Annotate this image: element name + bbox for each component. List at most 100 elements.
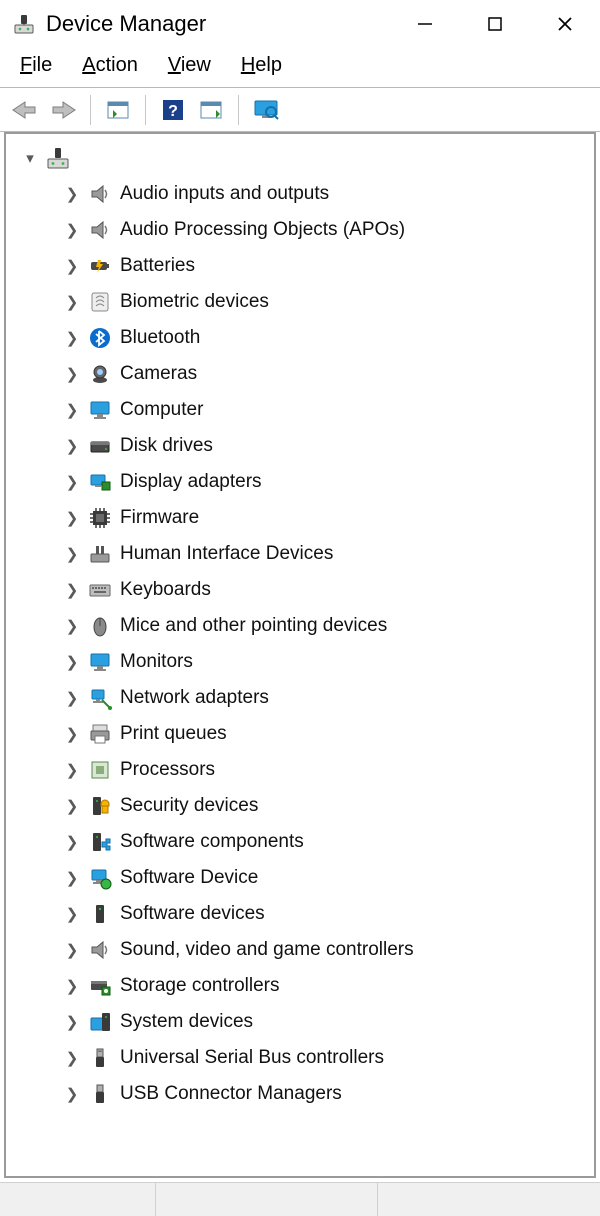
chevron-right-icon[interactable]: ❯ [62,509,82,527]
chevron-right-icon[interactable]: ❯ [62,653,82,671]
tree-category-label: Print queues [120,723,227,745]
tree-category[interactable]: ❯Human Interface Devices [6,536,594,572]
chevron-right-icon[interactable]: ❯ [62,869,82,887]
menu-file-label-hotkey: F [20,54,32,76]
tree-category-label: USB Connector Managers [120,1083,342,1105]
chevron-right-icon[interactable]: ❯ [62,797,82,815]
chevron-right-icon[interactable]: ❯ [62,761,82,779]
chevron-right-icon[interactable]: ❯ [62,473,82,491]
chevron-right-icon[interactable]: ❯ [62,905,82,923]
tree-category[interactable]: ❯Firmware [6,500,594,536]
tree-category[interactable]: ❯Sound, video and game controllers [6,932,594,968]
toolbar-monitor-button[interactable] [249,93,283,127]
tree-category-label: Security devices [120,795,258,817]
storage-controller-icon [86,972,114,1000]
chevron-right-icon[interactable]: ❯ [62,977,82,995]
menu-help[interactable]: Help [241,54,282,77]
menu-file-label-rest: ile [32,54,52,76]
tree-category-label: Software Device [120,867,258,889]
chevron-right-icon[interactable]: ❯ [62,185,82,203]
maximize-button[interactable] [460,0,530,48]
tree-category[interactable]: ❯ Keyboards [6,572,594,608]
tree-category[interactable]: ❯Mice and other pointing devices [6,608,594,644]
tree-category-label: Bluetooth [120,327,200,349]
chevron-right-icon[interactable]: ❯ [62,257,82,275]
tree-category[interactable]: ❯Display adapters [6,464,594,500]
menu-view[interactable]: View [168,54,211,77]
tree-category[interactable]: ❯ Print queues [6,716,594,752]
tree-category[interactable]: ❯ USB Connector Managers [6,1076,594,1112]
tree-category[interactable]: ❯Audio Processing Objects (APOs) [6,212,594,248]
tree-category[interactable]: ❯Computer [6,392,594,428]
tree-category[interactable]: ❯Cameras [6,356,594,392]
app-icon [12,12,36,36]
tree-category[interactable]: ❯Processors [6,752,594,788]
tree-category[interactable]: ❯ Network adapters [6,680,594,716]
bluetooth-icon [86,324,114,352]
tree-root[interactable]: ▾ [6,140,594,176]
software-device-icon [86,864,114,892]
chevron-right-icon[interactable]: ❯ [62,617,82,635]
toolbar-forward-button[interactable] [46,93,80,127]
toolbar-separator [145,95,146,125]
mouse-icon [86,612,114,640]
chevron-right-icon[interactable]: ❯ [62,581,82,599]
tree-category[interactable]: ❯ System devices [6,1004,594,1040]
tree-category[interactable]: ❯Batteries [6,248,594,284]
menu-bar: File Action View Help [0,48,600,88]
tree-category[interactable]: ❯ Software Device [6,860,594,896]
tree-category[interactable]: ❯ Universal Serial Bus controllers [6,1040,594,1076]
tree-category-label: System devices [120,1011,253,1033]
toolbar-help-button[interactable]: ? [156,93,190,127]
tree-category-label: Universal Serial Bus controllers [120,1047,384,1069]
device-tree-pane[interactable]: ▾ ❯Audio inputs and outputs❯Audio Process… [4,132,596,1178]
toolbar-scan-button[interactable] [194,93,228,127]
toolbar-back-button[interactable] [8,93,42,127]
status-cell [0,1183,156,1216]
chevron-right-icon[interactable]: ❯ [62,1013,82,1031]
monitor-icon [86,648,114,676]
tree-category[interactable]: ❯ Bluetooth [6,320,594,356]
speaker-icon [86,180,114,208]
status-cell [378,1183,600,1216]
hid-icon [86,540,114,568]
tree-category[interactable]: ❯Biometric devices [6,284,594,320]
toolbar: ? [0,88,600,132]
fingerprint-icon [86,288,114,316]
toolbar-properties-button[interactable] [101,93,135,127]
tree-category[interactable]: ❯Audio inputs and outputs [6,176,594,212]
chevron-right-icon[interactable]: ❯ [62,545,82,563]
cpu-icon [86,756,114,784]
chevron-right-icon[interactable]: ❯ [62,293,82,311]
speaker-icon [86,216,114,244]
tree-category-label: Software components [120,831,304,853]
tree-category-label: Network adapters [120,687,269,709]
chevron-right-icon[interactable]: ❯ [62,365,82,383]
chevron-right-icon[interactable]: ❯ [62,941,82,959]
chevron-right-icon[interactable]: ❯ [62,1049,82,1067]
tree-category[interactable]: ❯Monitors [6,644,594,680]
tree-category[interactable]: ❯ Security devices [6,788,594,824]
title-bar: Device Manager [0,0,600,48]
close-button[interactable] [530,0,600,48]
tree-category[interactable]: ❯Software devices [6,896,594,932]
menu-action-label-rest: ction [96,54,138,76]
chevron-right-icon[interactable]: ❯ [62,437,82,455]
chevron-down-icon[interactable]: ▾ [20,149,40,167]
chevron-right-icon[interactable]: ❯ [62,833,82,851]
tree-category[interactable]: ❯Storage controllers [6,968,594,1004]
minimize-button[interactable] [390,0,460,48]
chevron-right-icon[interactable]: ❯ [62,221,82,239]
menu-file[interactable]: File [20,54,52,77]
computer-root-icon [44,144,72,172]
menu-view-label-hotkey: V [168,54,181,76]
tree-category-label: Keyboards [120,579,211,601]
menu-action[interactable]: Action [82,54,138,77]
tree-category[interactable]: ❯ Software components [6,824,594,860]
chevron-right-icon[interactable]: ❯ [62,1085,82,1103]
chevron-right-icon[interactable]: ❯ [62,329,82,347]
chevron-right-icon[interactable]: ❯ [62,401,82,419]
tree-category[interactable]: ❯Disk drives [6,428,594,464]
chevron-right-icon[interactable]: ❯ [62,689,82,707]
chevron-right-icon[interactable]: ❯ [62,725,82,743]
